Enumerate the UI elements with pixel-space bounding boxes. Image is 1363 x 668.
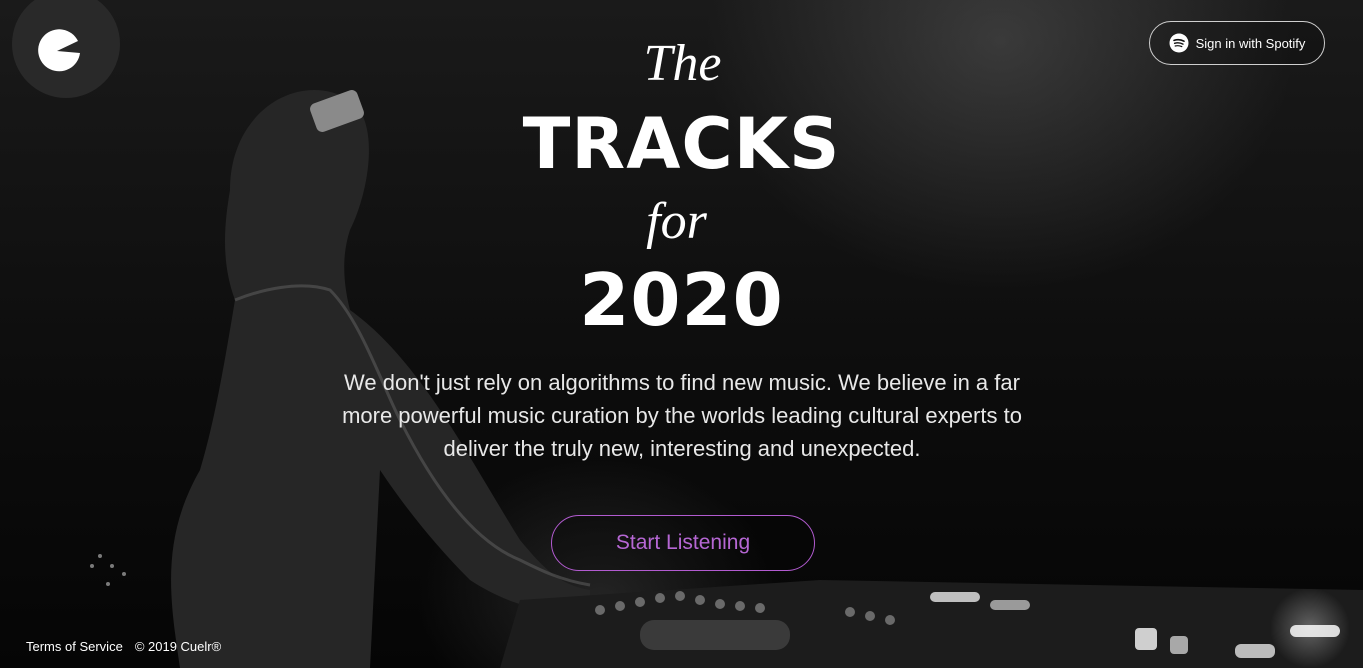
terms-of-service-link[interactable]: Terms of Service xyxy=(26,639,123,654)
footer: Terms of Service © 2019 Cuelr® xyxy=(26,639,221,654)
headline-tracks: TRACKS xyxy=(522,103,841,185)
start-listening-button[interactable]: Start Listening xyxy=(551,515,815,571)
headline-the: The xyxy=(643,35,722,92)
intro-text: We don't just rely on algorithms to find… xyxy=(342,370,1022,461)
copyright-text: © 2019 Cuelr® xyxy=(134,639,222,654)
headline-for: for xyxy=(646,193,707,250)
headline-year: 2020 xyxy=(579,258,784,342)
